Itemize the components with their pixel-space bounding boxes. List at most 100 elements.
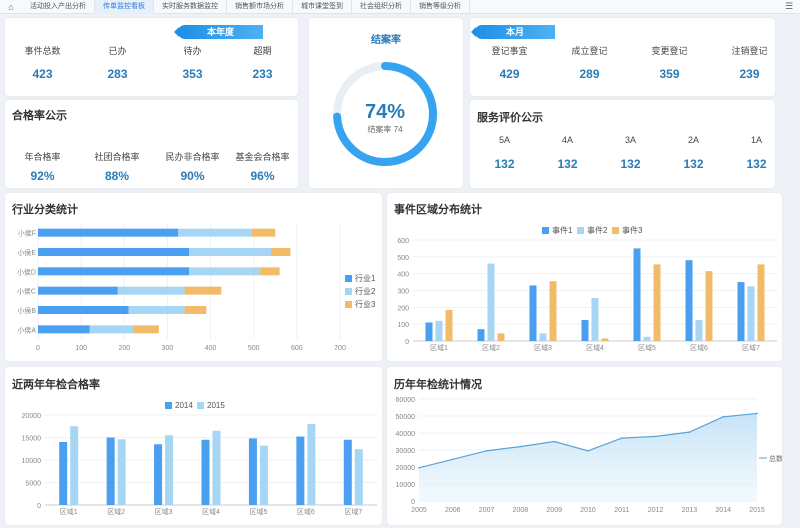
pass-rate-title: 合格率公示 [12, 110, 67, 122]
bar [685, 260, 693, 341]
y-tick-label: 400 [397, 272, 409, 279]
bar-segment [189, 248, 271, 256]
stat-label: 变更登记 [651, 46, 688, 56]
bar [539, 333, 547, 341]
bar [296, 436, 305, 505]
area-fill [419, 413, 757, 501]
nav-tab-4[interactable]: 销售额市场分析 [227, 0, 293, 14]
stat-value: 92% [30, 169, 55, 183]
history-chart: 0 10000 20000 30000 40000 50000 60000 2005 2006 2… [396, 397, 782, 514]
y-tick-label: 20000 [396, 465, 416, 472]
bar [601, 338, 609, 341]
nav-tab-5[interactable]: 城市课堂签到 [293, 0, 352, 14]
bar [435, 320, 443, 341]
stat-done: 已办 283 [90, 44, 145, 81]
bar [117, 439, 126, 505]
stat-value: 359 [659, 67, 680, 81]
nav-tab-1[interactable]: 活动投入产出分析 [22, 0, 95, 14]
x-tick-label: 2010 [580, 507, 596, 514]
stat-value: 132 [683, 157, 704, 171]
industry-chart: 0 100 200 300 400 500 600 700 小侯A 小侯B 小侯C 小侯D 小侯E 小侯F [17, 223, 346, 352]
bar [529, 285, 537, 341]
stat-rating-5a: 5A 132 [482, 135, 527, 171]
nav-tab-3[interactable]: 实时服务数据监控 [154, 0, 227, 14]
x-tick-label: 2014 [715, 507, 731, 514]
stat-label: 成立登记 [571, 46, 608, 56]
data-point [418, 467, 420, 469]
legend-swatch [345, 301, 352, 308]
monthly-ribbon: 本月 [471, 25, 555, 39]
x-tick-label: 区域4 [586, 343, 604, 352]
stat-foundation-pass: 基金会合格率 96% [230, 150, 295, 183]
bar-segment [117, 286, 185, 295]
y-tick-label: 0 [37, 503, 41, 510]
stat-label: 社团合格率 [94, 152, 140, 162]
menu-icon[interactable]: ☰ [778, 1, 800, 12]
nav-tab-2[interactable]: 传单监控看板 [95, 0, 154, 14]
bar [695, 319, 703, 341]
y-tick-label: 40000 [396, 431, 416, 438]
stat-value: 132 [557, 157, 578, 171]
x-tick-label: 区域2 [107, 507, 125, 516]
y-tick-label: 10000 [22, 458, 42, 465]
x-tick-label: 区域5 [249, 507, 267, 516]
stat-society-pass: 社团合格率 88% [87, 150, 147, 183]
stat-label: 登记事宜 [491, 46, 528, 56]
x-tick-label: 0 [36, 345, 40, 352]
bar [487, 263, 495, 341]
x-tick-label: 区域3 [155, 507, 173, 516]
bar [653, 264, 661, 341]
legend-item-industry-1[interactable]: 行业1 [345, 273, 375, 284]
service-rating-title: 服务评价公示 [477, 112, 543, 124]
bar-segment [38, 306, 129, 314]
bar [477, 329, 485, 341]
stat-label: 注销登记 [731, 46, 768, 56]
service-rating-card: 服务评价公示 5A 132 4A 132 3A 132 2A 132 1A 13… [470, 100, 775, 188]
bar [425, 322, 433, 341]
y-tick-label: 100 [397, 322, 409, 329]
x-tick-label: 区域1 [430, 343, 448, 352]
legend-item-industry-2[interactable]: 行业2 [345, 286, 375, 297]
stat-label: 2A [687, 135, 699, 145]
home-icon[interactable]: ⌂ [0, 2, 22, 12]
y-tick-label: 小侯A [17, 325, 36, 334]
stat-registration: 登记事宜 429 [482, 44, 537, 81]
bar [354, 449, 363, 505]
region-events-chart: 0 100 200 300 400 500 600 区域1 区域2 区域3 区域4 区域5 区域6 区域7 [397, 238, 777, 352]
y-tick-label: 小侯C [17, 287, 36, 296]
pass-rate-card: 合格率公示 年合格率 92% 社团合格率 88% 民办非合格率 90% 基金会合… [5, 100, 298, 188]
x-tick-label: 区域6 [297, 507, 315, 516]
bar-segment [38, 325, 90, 334]
data-point [519, 445, 522, 448]
x-tick-label: 区域6 [690, 343, 708, 352]
bar-segment [184, 306, 207, 314]
y-tick-label: 20000 [22, 413, 42, 420]
bar-segment [38, 267, 189, 276]
nav-tab-list: 活动投入产出分析 传单监控看板 实时服务数据监控 销售额市场分析 城市课堂签到 社会组织分… [22, 0, 470, 14]
stat-value: 132 [494, 157, 515, 171]
bar [497, 333, 505, 341]
legend-item-industry-3[interactable]: 行业3 [345, 299, 375, 310]
x-tick-label: 400 [205, 345, 217, 352]
y-tick-label: 300 [397, 289, 409, 296]
bar-segment [38, 286, 118, 295]
data-point [452, 458, 454, 461]
y-tick-label: 小侯E [17, 248, 36, 257]
x-tick-label: 700 [334, 345, 346, 352]
nav-tab-7[interactable]: 销售等级分析 [411, 0, 470, 14]
stat-overdue: 超期 233 [235, 44, 290, 81]
x-tick-label: 2006 [445, 507, 461, 514]
closure-ring-chart: 74% 结案率 74 [333, 62, 437, 166]
stat-value: 423 [32, 67, 53, 81]
bar-segment [38, 248, 189, 256]
data-point [688, 431, 691, 433]
x-tick-label: 600 [291, 345, 303, 352]
stat-private-pass: 民办非合格率 90% [160, 150, 225, 183]
nav-tab-6[interactable]: 社会组织分析 [352, 0, 411, 14]
legend-swatch [345, 275, 352, 282]
bar [549, 281, 557, 341]
bar [154, 444, 163, 505]
y-tick-label: 10000 [396, 482, 416, 489]
bar-segment [128, 306, 185, 314]
top-nav: ⌂ 活动投入产出分析 传单监控看板 实时服务数据监控 销售额市场分析 城市课堂签到 社会组… [0, 0, 800, 14]
